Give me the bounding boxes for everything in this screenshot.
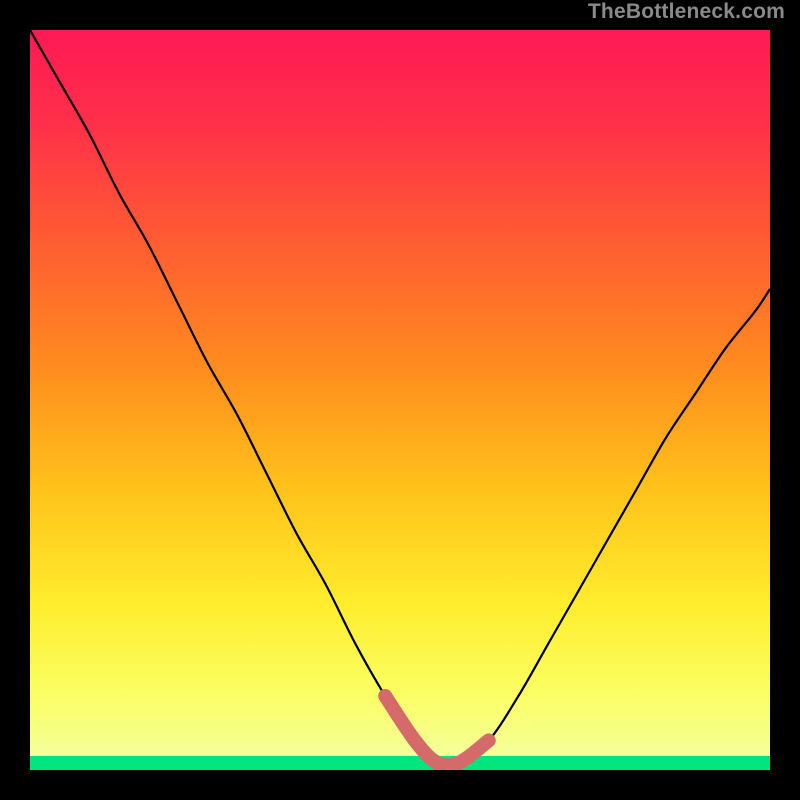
chart-frame — [15, 15, 785, 785]
optimal-segment-highlight — [385, 696, 489, 765]
watermark-text: TheBottleneck.com — [588, 0, 785, 24]
bottleneck-curve — [30, 30, 770, 765]
curve-layer — [30, 30, 770, 770]
plot-area — [30, 30, 770, 770]
